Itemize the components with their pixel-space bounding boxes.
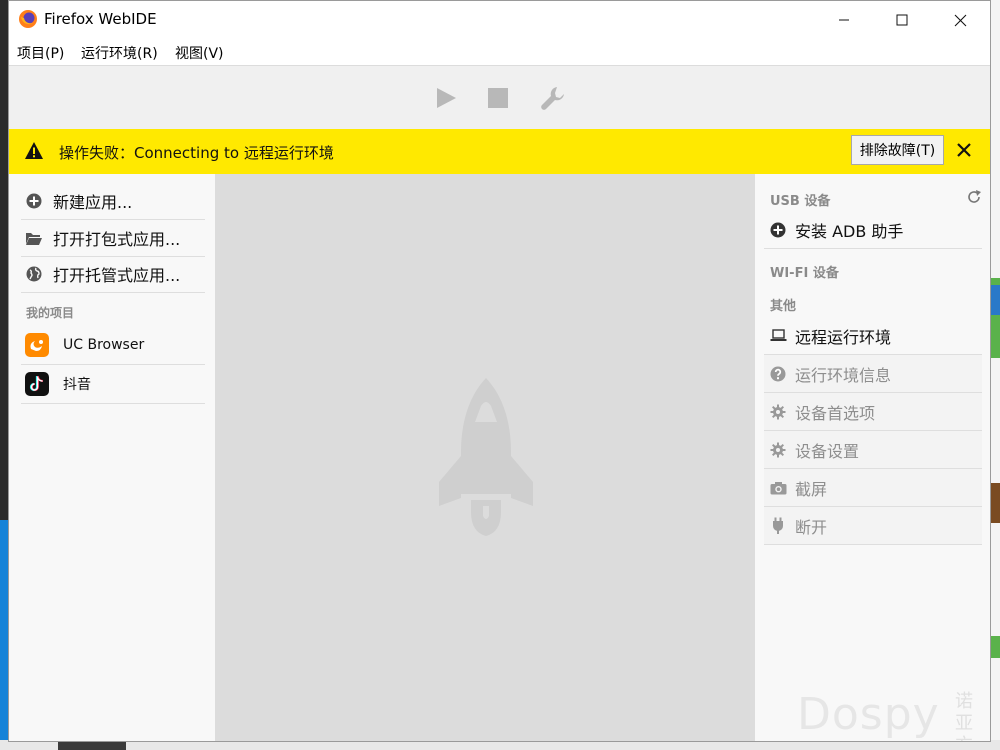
device-settings-label: 设备设置: [795, 441, 860, 461]
watermark-sub: 诺亚方舟: [955, 691, 973, 741]
desktop-background-right-blue: [990, 285, 1000, 315]
wifi-devices-heading: WI-FI 设备: [770, 266, 839, 281]
project-item-uc-browser[interactable]: UC Browser: [21, 326, 205, 365]
open-packaged-app-label: 打开打包式应用...: [53, 230, 181, 249]
minimize-button[interactable]: [815, 1, 873, 39]
menu-bar: 项目(P) 运行环境(R) 视图(V): [9, 39, 990, 66]
remote-runtime-item[interactable]: 远程运行环境: [764, 317, 982, 355]
menu-runtime[interactable]: 运行环境(R): [81, 43, 158, 63]
window-title: Firefox WebIDE: [44, 10, 157, 28]
close-button[interactable]: [931, 1, 989, 39]
minimize-icon: [839, 19, 849, 21]
screenshot-item[interactable]: 截屏: [764, 469, 982, 507]
desktop-background-right-green2: [990, 636, 1000, 658]
settings-button[interactable]: [538, 84, 568, 112]
other-heading: 其他: [770, 299, 797, 314]
plus-circle-icon: [25, 192, 43, 210]
screenshot-label: 截屏: [795, 479, 828, 499]
new-app-item[interactable]: 新建应用...: [21, 183, 205, 220]
plus-circle-icon: [769, 221, 787, 239]
project-label: UC Browser: [63, 337, 145, 353]
menu-project[interactable]: 项目(P): [17, 43, 64, 63]
stop-button[interactable]: [483, 84, 513, 112]
runtime-info-label: 运行环境信息: [795, 365, 892, 385]
error-notification-bar: 操作失败：Connecting to 远程运行环境 排除故障(T): [9, 129, 990, 175]
watermark: Dospy: [797, 689, 940, 740]
firefox-icon: [19, 10, 37, 28]
globe-icon: [25, 265, 43, 283]
camera-icon: [769, 479, 787, 497]
toolbar: [9, 66, 990, 129]
device-settings-item[interactable]: 设备设置: [764, 431, 982, 469]
stop-icon: [488, 88, 508, 108]
webide-window: Firefox WebIDE 项目(P) 运行环境(R) 视图(V) 操作失败：…: [8, 0, 991, 742]
my-projects-heading: 我的项目: [26, 306, 75, 320]
project-panel: 新建应用... 打开打包式应用... 打开托管式应用... 我的项目 UC Br…: [9, 174, 215, 741]
laptop-icon: [769, 327, 787, 345]
uc-browser-icon: [25, 333, 49, 357]
maximize-button[interactable]: [873, 1, 931, 39]
open-hosted-app-item[interactable]: 打开托管式应用...: [21, 256, 205, 293]
disconnect-label: 断开: [795, 517, 828, 537]
project-label: 抖音: [63, 377, 91, 393]
runtime-panel: USB 设备 安装 ADB 助手 WI-FI 设备 其他 远程运行环境 运行环境…: [755, 174, 990, 741]
gear-icon: [769, 403, 787, 421]
wrench-icon: [541, 87, 564, 110]
gear-icon: [769, 441, 787, 459]
install-adb-helper-label: 安装 ADB 助手: [795, 221, 904, 241]
dismiss-notification-button[interactable]: [953, 139, 975, 161]
notification-message: 操作失败：Connecting to 远程运行环境: [59, 144, 334, 162]
device-preferences-label: 设备首选项: [795, 403, 876, 423]
warning-icon: [25, 142, 43, 159]
new-app-label: 新建应用...: [53, 193, 133, 212]
runtime-info-item[interactable]: 运行环境信息: [764, 355, 982, 393]
rocket-icon: [439, 378, 533, 536]
close-icon: [957, 143, 971, 157]
troubleshoot-button[interactable]: 排除故障(T): [851, 135, 944, 165]
question-icon: [769, 365, 787, 383]
project-item-douyin[interactable]: 抖音: [21, 365, 205, 404]
refresh-icon[interactable]: [965, 188, 983, 206]
open-packaged-app-item[interactable]: 打开打包式应用...: [21, 220, 205, 257]
folder-open-icon: [25, 229, 43, 247]
close-icon: [954, 14, 966, 26]
play-icon: [437, 88, 456, 108]
desktop-background-right-brown: [990, 483, 1000, 523]
disconnect-item[interactable]: 断开: [764, 507, 982, 545]
plug-icon: [769, 517, 787, 535]
device-preferences-item[interactable]: 设备首选项: [764, 393, 982, 431]
install-adb-helper-item[interactable]: 安装 ADB 助手: [764, 211, 982, 249]
remote-runtime-label: 远程运行环境: [795, 327, 892, 347]
menu-view[interactable]: 视图(V): [175, 43, 224, 63]
maximize-icon: [896, 14, 908, 26]
play-button[interactable]: [431, 84, 461, 112]
usb-devices-heading: USB 设备: [770, 194, 831, 209]
title-bar[interactable]: Firefox WebIDE: [9, 1, 990, 39]
douyin-icon: [25, 372, 49, 396]
main-content-area: [215, 174, 755, 741]
open-hosted-app-label: 打开托管式应用...: [53, 266, 181, 285]
